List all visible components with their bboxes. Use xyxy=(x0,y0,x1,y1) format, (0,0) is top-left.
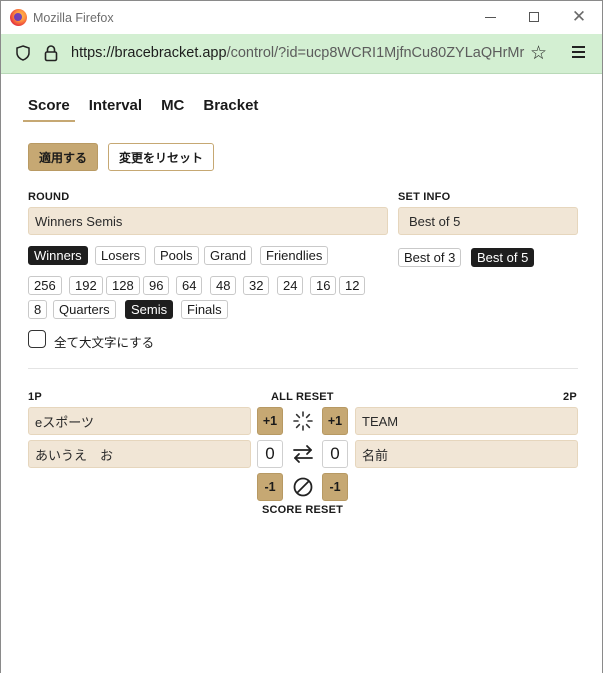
round-size-128[interactable]: 128 xyxy=(106,276,140,295)
round-size-24[interactable]: 24 xyxy=(277,276,304,295)
section-divider xyxy=(28,368,578,369)
round-size-quarters[interactable]: Quarters xyxy=(53,300,116,319)
close-icon: ✕ xyxy=(571,7,587,26)
round-size-16[interactable]: 16 xyxy=(310,276,337,295)
round-size-256[interactable]: 256 xyxy=(28,276,62,295)
round-size-12[interactable]: 12 xyxy=(339,276,366,295)
page-content: Score Interval MC Bracket 適用する 変更をリセット R… xyxy=(1,75,602,673)
maximize-button[interactable] xyxy=(521,5,547,29)
set-option-best-of-5[interactable]: Best of 5 xyxy=(471,248,535,267)
tab-interval[interactable]: Interval xyxy=(84,95,147,122)
minimize-icon xyxy=(484,16,496,18)
round-size-96[interactable]: 96 xyxy=(143,276,170,295)
round-size-192[interactable]: 192 xyxy=(69,276,103,295)
tab-bracket[interactable]: Bracket xyxy=(198,95,263,122)
round-size-finals[interactable]: Finals xyxy=(181,300,228,319)
round-size-semis[interactable]: Semis xyxy=(125,300,174,319)
p1-name-input[interactable]: あいうえ お xyxy=(28,440,251,468)
firefox-logo-icon xyxy=(10,9,27,26)
round-input[interactable]: Winners Semis xyxy=(28,207,388,235)
p1-team-input[interactable]: eスポーツ xyxy=(28,407,251,435)
round-size-8[interactable]: 8 xyxy=(28,300,48,319)
apply-button[interactable]: 適用する xyxy=(28,143,98,171)
minimize-button[interactable] xyxy=(477,5,503,29)
window-title: Mozilla Firefox xyxy=(33,11,114,25)
round-size-48[interactable]: 48 xyxy=(210,276,237,295)
score-reset-icon[interactable] xyxy=(292,476,314,498)
title-bar: Mozilla Firefox ✕ xyxy=(1,1,602,34)
url-field[interactable]: https://bracebracket.app/control/?id=ucp… xyxy=(71,45,525,61)
p1-score[interactable]: 0 xyxy=(257,440,283,468)
round-type-grand[interactable]: Grand xyxy=(204,246,253,265)
score-reset-label[interactable]: SCORE RESET xyxy=(262,504,343,516)
p2-score[interactable]: 0 xyxy=(322,440,348,468)
round-type-friendlies[interactable]: Friendlies xyxy=(260,246,329,265)
hamburger-menu-icon[interactable] xyxy=(572,46,585,58)
maximize-icon xyxy=(529,12,539,22)
set-info-input[interactable]: Best of 5 xyxy=(398,207,578,235)
tab-mc[interactable]: MC xyxy=(156,95,189,122)
p2-team-input[interactable]: TEAM xyxy=(355,407,578,435)
swap-players-icon[interactable] xyxy=(292,443,314,465)
p1-minus-button[interactable]: -1 xyxy=(257,473,283,501)
address-bar: https://bracebracket.app/control/?id=ucp… xyxy=(1,34,602,74)
round-label: ROUND xyxy=(28,191,70,203)
url-path: /control/?id=ucp8WCRI1MjfnCu80ZYLaQHrMr2… xyxy=(226,45,525,61)
p2-minus-button[interactable]: -1 xyxy=(322,473,348,501)
url-domain: https://bracebracket.app xyxy=(71,45,227,61)
round-type-losers[interactable]: Losers xyxy=(95,246,147,265)
p1-plus-button[interactable]: +1 xyxy=(257,407,283,435)
round-size-64[interactable]: 64 xyxy=(176,276,203,295)
set-option-best-of-3[interactable]: Best of 3 xyxy=(398,248,462,267)
player2-label: 2P xyxy=(563,391,577,403)
round-size-32[interactable]: 32 xyxy=(243,276,270,295)
reset-changes-button[interactable]: 変更をリセット xyxy=(108,143,214,171)
round-type-winners[interactable]: Winners xyxy=(28,246,88,265)
nav-tabs: Score Interval MC Bracket xyxy=(23,95,272,122)
lock-icon[interactable] xyxy=(44,44,58,62)
player1-label: 1P xyxy=(28,391,42,403)
set-info-label: SET INFO xyxy=(398,191,451,203)
all-reset-icon[interactable] xyxy=(292,410,314,432)
p2-plus-button[interactable]: +1 xyxy=(322,407,348,435)
all-reset-label[interactable]: ALL RESET xyxy=(271,391,334,403)
round-type-pools[interactable]: Pools xyxy=(154,246,199,265)
uppercase-checkbox[interactable] xyxy=(28,330,46,348)
bookmark-star-icon[interactable]: ☆ xyxy=(530,44,547,63)
uppercase-checkbox-label: 全て大文字にする xyxy=(54,336,155,350)
p2-name-input[interactable]: 名前 xyxy=(355,440,578,468)
close-button[interactable]: ✕ xyxy=(566,5,592,29)
tab-score[interactable]: Score xyxy=(23,95,75,122)
browser-window: Mozilla Firefox ✕ https://bracebracket.a… xyxy=(0,0,603,673)
tracking-protection-shield-icon[interactable] xyxy=(16,45,30,61)
